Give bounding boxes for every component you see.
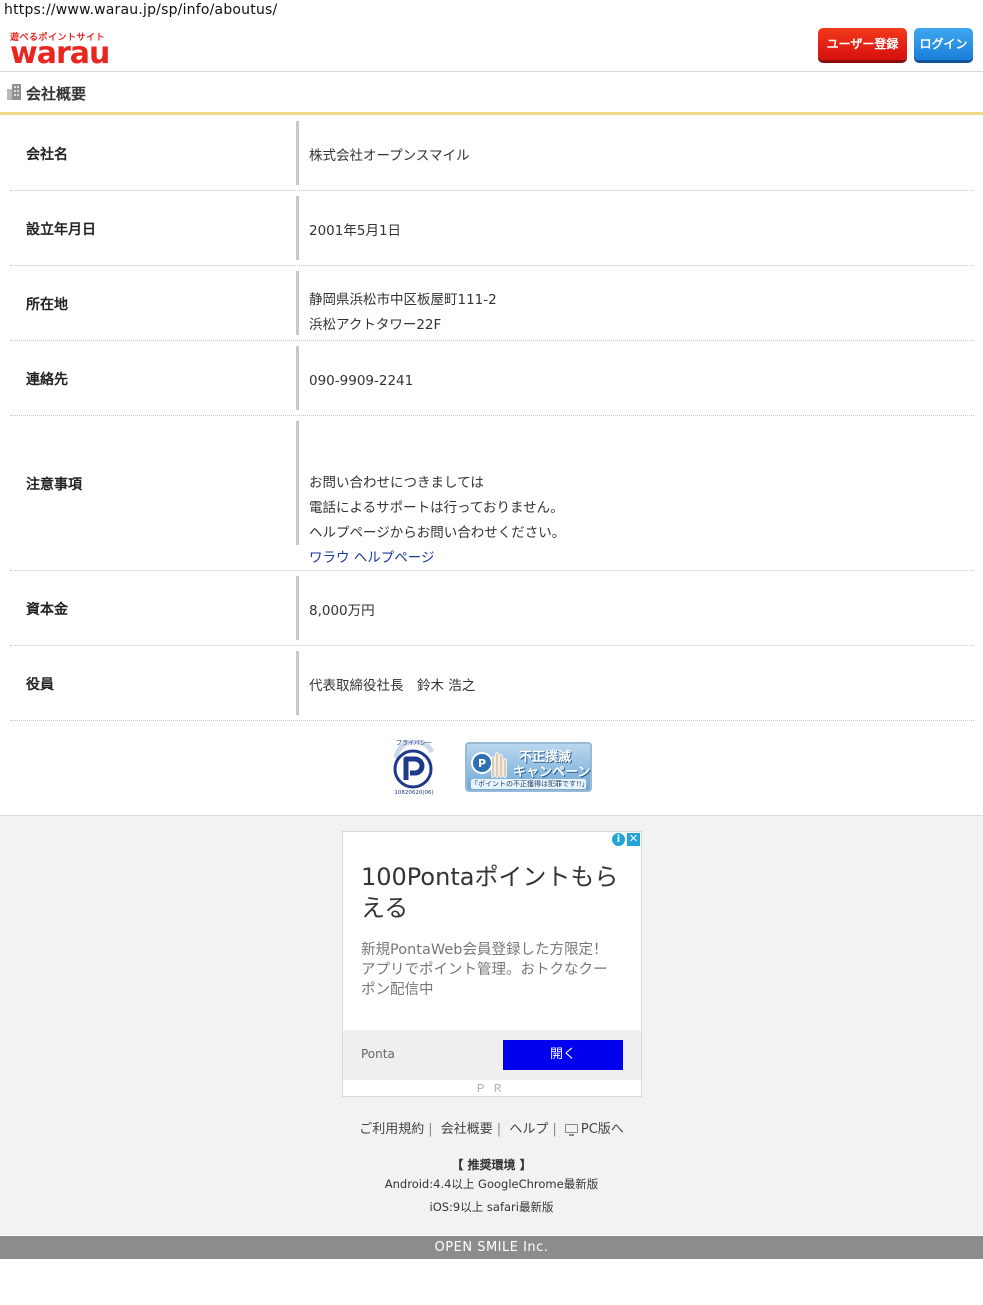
login-button[interactable]: ログイン [914, 28, 973, 60]
info-row-company-name: 会社名 株式会社オープンスマイル [10, 116, 974, 191]
footer-links: ご利用規約 | 会社概要 | ヘルプ | PC版へ [0, 1118, 983, 1137]
info-value-line: 8,000万円 [309, 603, 375, 619]
info-row-address: 所在地 静岡県浜松市中区板屋町111-2 浜松アクトタワー22F [10, 266, 974, 341]
row-divider [296, 271, 299, 335]
svg-text:P: P [478, 757, 486, 770]
info-label: 連絡先 [26, 372, 68, 388]
row-divider [296, 651, 299, 715]
env-android: Android:4.4以上 GoogleChrome最新版 [384, 1177, 599, 1191]
copyright-bar: OPEN SMILE Inc. [0, 1236, 983, 1259]
ad-headline[interactable]: 100Pontaポイントもらえる [361, 862, 621, 924]
campaign-line2: キャンペーン [513, 765, 591, 780]
company-info-table: 会社名 株式会社オープンスマイル 設立年月日 2001年5月1日 所在地 静岡県… [10, 116, 974, 721]
help-link[interactable]: ヘルプ [509, 1122, 548, 1137]
ad-description: 新規PontaWeb会員登録した方限定！アプリでポイント管理。おトクなクーポン配… [361, 942, 608, 998]
info-value-line: 2001年5月1日 [309, 223, 402, 239]
ad-footer: Ponta 開く [343, 1030, 641, 1080]
row-divider [296, 576, 299, 640]
info-value: 2001年5月1日 [309, 219, 401, 244]
fraud-campaign-badge[interactable]: P 不正撲滅 キャンペーン 「ポイントの不正獲得は犯罪です!!」 [465, 742, 592, 792]
info-label: 会社名 [26, 147, 68, 163]
info-value-line: 浜松アクトタワー22F [309, 317, 442, 333]
building-icon [7, 84, 21, 100]
info-value-line: 090-9909-2241 [309, 373, 414, 389]
logo-wordmark: warau [10, 36, 110, 71]
info-row-established: 設立年月日 2001年5月1日 [10, 191, 974, 266]
close-icon[interactable]: ✕ [627, 833, 640, 846]
company-link[interactable]: 会社概要 [441, 1122, 493, 1137]
privacy-number: 10820620(06) [394, 790, 433, 796]
info-value: 代表取締役社長 鈴木 浩之 [309, 674, 475, 699]
env-title: 【 推奨環境 】 [451, 1158, 532, 1172]
recommended-environment: 【 推奨環境 】 Android:4.4以上 GoogleChrome最新版 i… [0, 1157, 983, 1219]
url-bar: https://www.warau.jp/sp/info/aboutus/ [4, 2, 278, 18]
terms-link[interactable]: ご利用規約 [359, 1122, 424, 1137]
ad-pr-label: ＰＲ [475, 1082, 509, 1095]
campaign-line3: 「ポイントの不正獲得は犯罪です!!」 [471, 779, 589, 789]
info-row-capital: 資本金 8,000万円 [10, 571, 974, 646]
info-label: 注意事項 [26, 477, 82, 493]
row-divider [296, 196, 299, 260]
warau-logo[interactable]: 遊べるポイントサイト warau [10, 30, 120, 71]
info-value-line: 静岡県浜松市中区板屋町111-2 [309, 292, 497, 308]
row-divider [296, 121, 299, 185]
ad-advertiser: Ponta [361, 1047, 395, 1061]
info-label: 所在地 [26, 297, 68, 313]
info-icon[interactable]: i [612, 833, 625, 846]
hand-p-icon: P [471, 752, 507, 778]
info-value-line: 電話によるサポートは行っておりません。 [309, 500, 564, 516]
env-ios: iOS:9以上 safari最新版 [429, 1200, 554, 1214]
link-separator: | [496, 1122, 502, 1137]
row-divider [296, 346, 299, 410]
info-value: 株式会社オープンスマイル [309, 144, 470, 169]
info-row-notes: 注意事項 お問い合わせにつきましては 電話によるサポートは行っておりません。 ヘ… [10, 416, 974, 571]
pc-version-link[interactable]: PC版へ [581, 1122, 624, 1137]
info-value: 静岡県浜松市中区板屋町111-2 浜松アクトタワー22F [309, 288, 497, 338]
user-register-button[interactable]: ユーザー登録 [818, 28, 907, 60]
privacy-mark-badge[interactable]: プライバシー 10820620(06) [390, 740, 438, 796]
row-divider [296, 421, 299, 545]
site-header: 遊べるポイントサイト warau ユーザー登録 ログイン [0, 22, 983, 72]
info-row-officers: 役員 代表取締役社長 鈴木 浩之 [10, 646, 974, 721]
ad-open-button[interactable]: 開く [503, 1040, 623, 1070]
page-title: 会社概要 [26, 85, 87, 103]
info-label: 設立年月日 [26, 222, 96, 238]
info-row-contact: 連絡先 090-9909-2241 [10, 341, 974, 416]
info-value: 090-9909-2241 [309, 369, 413, 394]
info-value-line: 株式会社オープンスマイル [309, 148, 470, 164]
info-value-line: お問い合わせにつきましては [309, 475, 484, 491]
privacy-mark-text: プライバシー [396, 740, 432, 747]
link-separator: | [428, 1122, 433, 1137]
badges: プライバシー 10820620(06) P 不正撲滅 キャンペーン 「ポイントの… [0, 740, 983, 800]
help-page-link[interactable]: ワラウ ヘルプページ [309, 546, 565, 571]
info-value-line: ヘルプページからお問い合わせください。 [309, 525, 566, 541]
link-separator: | [552, 1122, 557, 1137]
info-value: 8,000万円 [309, 599, 375, 624]
info-value-line: 代表取締役社長 鈴木 浩之 [309, 678, 476, 694]
info-label: 資本金 [26, 602, 68, 618]
info-label: 役員 [26, 677, 54, 693]
info-value: お問い合わせにつきましては 電話によるサポートは行っておりません。 ヘルプページ… [309, 471, 565, 571]
ad-banner[interactable]: i ✕ 100Pontaポイントもらえる 新規PontaWeb会員登録した方限定… [342, 831, 642, 1097]
monitor-icon [564, 1124, 578, 1136]
section-header: 会社概要 [0, 73, 983, 115]
